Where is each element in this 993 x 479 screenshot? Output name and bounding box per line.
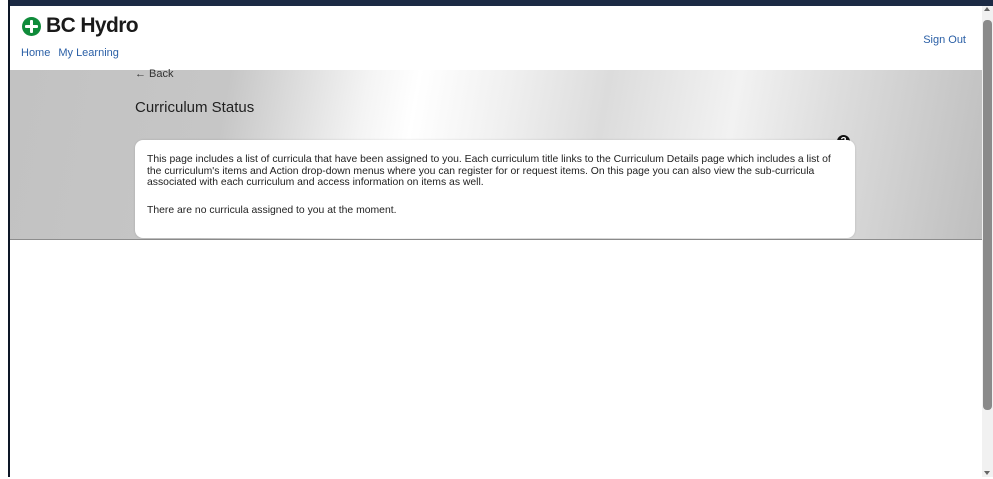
- nav-my-learning-link[interactable]: My Learning: [58, 47, 119, 59]
- bc-hydro-logo[interactable]: BC Hydro: [22, 14, 139, 38]
- sign-out-link[interactable]: Sign Out: [923, 34, 966, 46]
- site-header: BC Hydro Home My Learning Sign Out: [10, 6, 982, 70]
- empty-state-message: There are no curricula assigned to you a…: [147, 205, 397, 216]
- bc-hydro-logo-icon: [22, 16, 41, 36]
- vertical-scrollbar[interactable]: [982, 6, 993, 477]
- page-title: Curriculum Status: [135, 99, 255, 116]
- back-link[interactable]: ← Back: [135, 68, 174, 80]
- left-border-inner: [0, 0, 8, 479]
- scroll-up-icon[interactable]: [984, 7, 990, 11]
- info-card: This page includes a list of curricula t…: [135, 140, 855, 238]
- page-banner: ← Back Curriculum Status ? This page inc…: [10, 68, 982, 240]
- nav-home-link[interactable]: Home: [21, 47, 50, 59]
- scroll-down-icon[interactable]: [984, 471, 990, 475]
- page-description: This page includes a list of curricula t…: [147, 154, 831, 188]
- window-left-border: [0, 0, 10, 479]
- logo-text: BC Hydro: [46, 14, 139, 37]
- scrollbar-thumb[interactable]: [983, 20, 992, 410]
- breadcrumb-nav: Home My Learning: [21, 47, 119, 59]
